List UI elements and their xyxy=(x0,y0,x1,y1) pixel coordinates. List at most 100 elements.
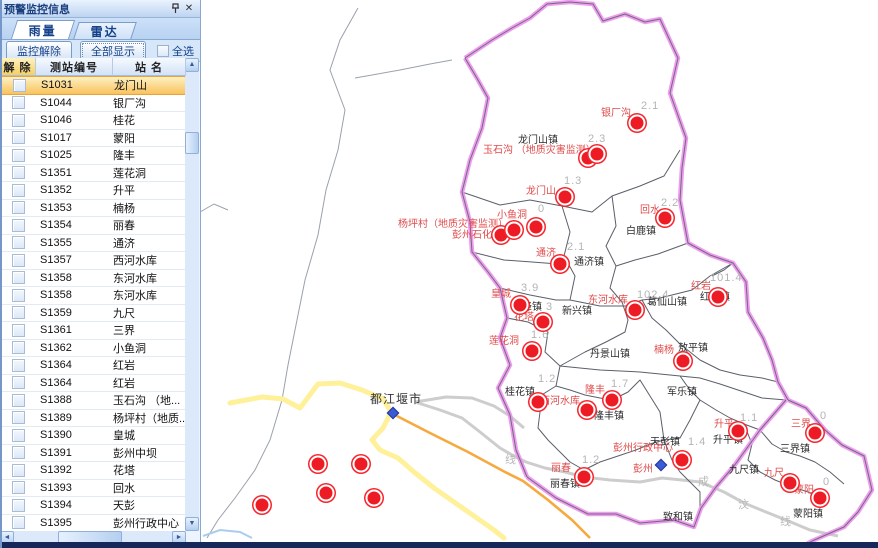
pin-icon[interactable] xyxy=(168,2,182,15)
release-checkbox[interactable] xyxy=(12,236,25,249)
station-marker-icon[interactable] xyxy=(712,291,725,304)
table-row[interactable]: S1044 银厂沟 xyxy=(0,95,186,113)
select-all-checkbox[interactable] xyxy=(157,45,169,57)
table-row[interactable]: S1355 通济 xyxy=(0,235,186,253)
release-checkbox-cell xyxy=(0,254,36,267)
vertical-scroll-thumb[interactable] xyxy=(185,132,199,154)
station-marker-icon[interactable] xyxy=(256,499,269,512)
station-marker-icon[interactable] xyxy=(320,487,333,500)
station-marker-icon[interactable] xyxy=(629,304,642,317)
table-row[interactable]: S1358 东河水库 xyxy=(0,287,186,305)
station-id-cell: S1358 xyxy=(36,289,113,301)
tab-radar[interactable]: 雷达 xyxy=(73,22,137,39)
release-checkbox[interactable] xyxy=(12,446,25,459)
release-checkbox[interactable] xyxy=(12,271,25,284)
release-checkbox[interactable] xyxy=(12,324,25,337)
table-row[interactable]: S1395 彭州行政中心 xyxy=(0,515,186,532)
release-checkbox[interactable] xyxy=(12,411,25,424)
table-row[interactable]: S1357 西河水库 xyxy=(0,252,186,270)
station-marker-icon[interactable] xyxy=(368,492,381,505)
station-marker-icon[interactable] xyxy=(659,212,672,225)
station-marker-icon[interactable] xyxy=(355,458,368,471)
table-row[interactable]: S1388 玉石沟 （地... xyxy=(0,392,186,410)
station-marker-icon[interactable] xyxy=(677,355,690,368)
release-checkbox[interactable] xyxy=(12,376,25,389)
station-label: 彭州石化 xyxy=(452,226,492,241)
table-row[interactable]: S1364 红岩 xyxy=(0,357,186,375)
tab-rainfall[interactable]: 雨量 xyxy=(11,20,75,39)
station-marker-icon[interactable] xyxy=(514,299,527,312)
release-checkbox[interactable] xyxy=(12,149,25,162)
scroll-down-button[interactable]: ▼ xyxy=(185,517,199,531)
table-row[interactable]: S1392 花塔 xyxy=(0,462,186,480)
release-checkbox[interactable] xyxy=(12,219,25,232)
table-row[interactable]: S1359 九尺 xyxy=(0,305,186,323)
table-row[interactable]: S1389 杨坪村（地质... xyxy=(0,410,186,428)
station-marker-icon[interactable] xyxy=(809,427,822,440)
station-marker-icon[interactable] xyxy=(312,458,325,471)
station-marker-icon[interactable] xyxy=(526,345,539,358)
release-checkbox[interactable] xyxy=(12,464,25,477)
table-row[interactable]: S1362 小鱼洞 xyxy=(0,340,186,358)
station-marker-icon[interactable] xyxy=(591,148,604,161)
release-checkbox[interactable] xyxy=(12,481,25,494)
station-marker-icon[interactable] xyxy=(581,404,594,417)
column-release[interactable]: 解 除 xyxy=(0,58,36,76)
station-marker-icon[interactable] xyxy=(537,316,550,329)
release-checkbox[interactable] xyxy=(12,254,25,267)
column-station-name[interactable]: 站 名 xyxy=(113,58,186,76)
station-marker-icon[interactable] xyxy=(495,229,508,242)
station-marker-icon[interactable] xyxy=(631,117,644,130)
release-checkbox[interactable] xyxy=(13,79,26,92)
table-row[interactable]: S1031 龙门山 xyxy=(0,76,186,95)
release-checkbox[interactable] xyxy=(12,96,25,109)
table-row[interactable]: S1361 三界 xyxy=(0,322,186,340)
station-name-cell: 桂花 xyxy=(113,112,186,128)
station-marker-icon[interactable] xyxy=(532,396,545,409)
close-icon[interactable]: ✕ xyxy=(182,2,196,15)
release-checkbox[interactable] xyxy=(12,341,25,354)
release-checkbox[interactable] xyxy=(12,499,25,512)
station-marker-icon[interactable] xyxy=(578,471,591,484)
station-marker-icon[interactable] xyxy=(508,224,521,237)
release-checkbox[interactable] xyxy=(12,429,25,442)
release-checkbox[interactable] xyxy=(12,289,25,302)
station-marker-icon[interactable] xyxy=(559,191,572,204)
station-rainfall-value: 3.9 xyxy=(521,282,539,294)
station-marker-icon[interactable] xyxy=(554,258,567,271)
station-marker-icon[interactable] xyxy=(784,477,797,490)
release-checkbox[interactable] xyxy=(12,201,25,214)
table-row[interactable]: S1358 东河水库 xyxy=(0,270,186,288)
release-checkbox[interactable] xyxy=(12,166,25,179)
table-row[interactable]: S1394 天彭 xyxy=(0,497,186,515)
vertical-scrollbar[interactable]: ▲ ▼ xyxy=(185,58,199,531)
table-row[interactable]: S1351 莲花洞 xyxy=(0,165,186,183)
release-checkbox[interactable] xyxy=(12,114,25,127)
station-name-cell: 花塔 xyxy=(113,462,186,478)
scroll-up-button[interactable]: ▲ xyxy=(185,58,199,72)
station-marker-icon[interactable] xyxy=(676,454,689,467)
release-checkbox[interactable] xyxy=(12,516,25,529)
release-checkbox-cell xyxy=(0,411,36,424)
table-row[interactable]: S1390 皇城 xyxy=(0,427,186,445)
station-marker-icon[interactable] xyxy=(530,221,543,234)
table-row[interactable]: S1391 彭州中坝 xyxy=(0,445,186,463)
release-checkbox[interactable] xyxy=(12,306,25,319)
release-checkbox[interactable] xyxy=(12,184,25,197)
station-marker-icon[interactable] xyxy=(732,425,745,438)
column-station-id[interactable]: 测站编号 xyxy=(36,58,113,76)
table-row[interactable]: S1017 蒙阳 xyxy=(0,130,186,148)
table-row[interactable]: S1025 隆丰 xyxy=(0,147,186,165)
select-all-control[interactable]: 全选 xyxy=(157,43,194,59)
station-marker-icon[interactable] xyxy=(814,492,827,505)
release-checkbox[interactable] xyxy=(12,394,25,407)
release-checkbox[interactable] xyxy=(12,131,25,144)
table-row[interactable]: S1364 红岩 xyxy=(0,375,186,393)
table-row[interactable]: S1353 楠杨 xyxy=(0,200,186,218)
table-row[interactable]: S1046 桂花 xyxy=(0,112,186,130)
table-row[interactable]: S1352 升平 xyxy=(0,182,186,200)
table-row[interactable]: S1354 丽春 xyxy=(0,217,186,235)
table-row[interactable]: S1393 回水 xyxy=(0,480,186,498)
release-checkbox[interactable] xyxy=(12,359,25,372)
station-marker-icon[interactable] xyxy=(606,394,619,407)
